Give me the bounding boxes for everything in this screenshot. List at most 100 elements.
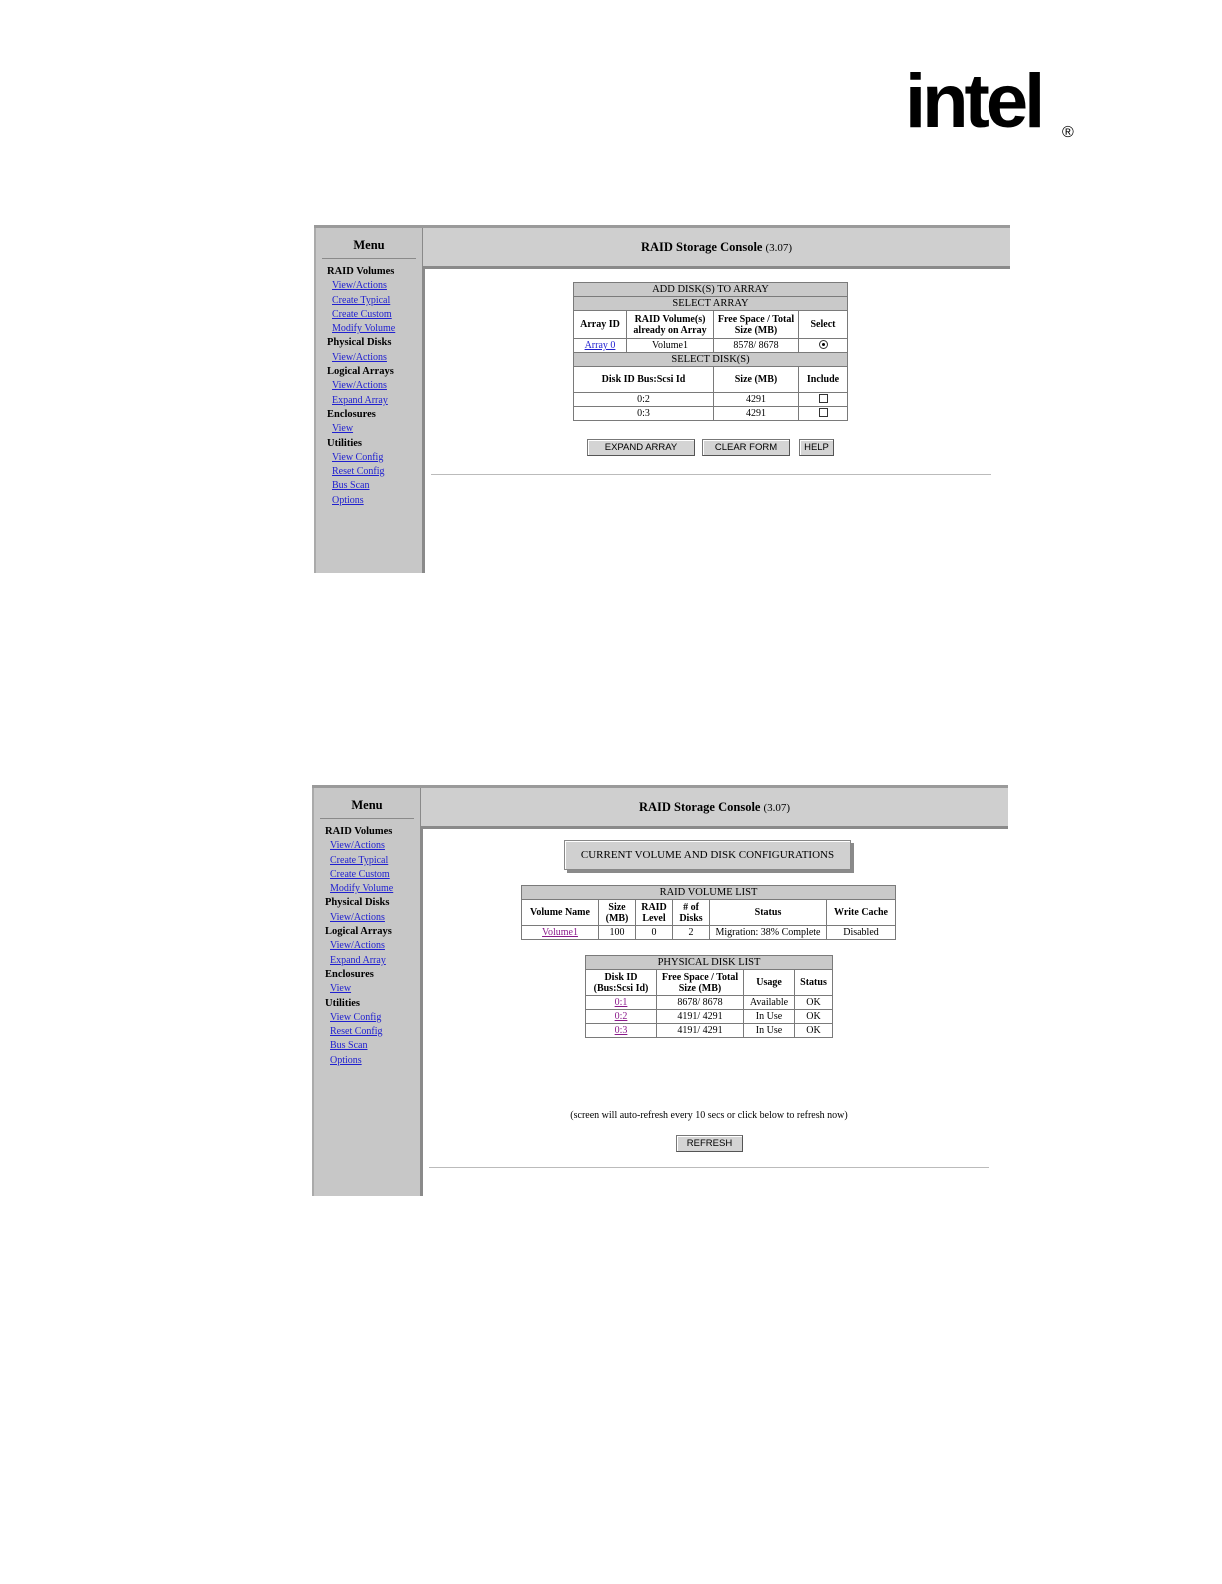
- disk-id-link[interactable]: 0:3: [615, 1025, 628, 1036]
- disk-id-cell: 0:2: [585, 1009, 657, 1024]
- disk-id: 0:3: [573, 406, 714, 421]
- menu-link-modify-volume[interactable]: Modify Volume: [332, 322, 422, 336]
- select-array-heading: SELECT ARRAY: [573, 296, 848, 311]
- disk-id: 0:2: [573, 392, 714, 407]
- volume-write-cache: Disabled: [826, 925, 896, 940]
- disk-id-cell: 0:3: [585, 1023, 657, 1038]
- array-select-cell: [798, 338, 848, 353]
- volume-raid-level: 0: [635, 925, 673, 940]
- include-checkbox[interactable]: [818, 407, 828, 417]
- menu-link-bus-scan[interactable]: Bus Scan: [332, 479, 422, 493]
- menu-link-arrays-view-actions[interactable]: View/Actions: [330, 939, 420, 953]
- raid-volume-list-table: RAID VOLUME LIST Volume Name Size (MB) R…: [521, 885, 896, 940]
- array-volumes: Volume1: [626, 338, 714, 353]
- disk-status: OK: [794, 1009, 833, 1024]
- menu-link-options[interactable]: Options: [332, 494, 422, 508]
- col-disk-id: Disk ID (Bus:Scsi Id): [585, 969, 657, 996]
- col-num-disks: # of Disks: [672, 899, 710, 926]
- include-cell: [798, 392, 848, 407]
- main-content: ADD DISK(S) TO ARRAY SELECT ARRAY Array …: [423, 269, 1010, 573]
- menu-section-logical-arrays: Logical Arrays: [327, 366, 394, 378]
- menu-link-view-config[interactable]: View Config: [332, 451, 422, 465]
- disk-id-cell: 0:1: [585, 995, 657, 1010]
- menu-link-create-custom[interactable]: Create Custom: [332, 308, 422, 322]
- disk-space: 8678/ 8678: [656, 995, 744, 1010]
- raid-volume-list-title: RAID VOLUME LIST: [521, 885, 896, 900]
- menu-title: Menu: [320, 788, 414, 819]
- menu-link-bus-scan[interactable]: Bus Scan: [330, 1039, 420, 1053]
- menu-section-physical-disks: Physical Disks: [325, 897, 390, 909]
- menu-link-disks-view-actions[interactable]: View/Actions: [330, 911, 420, 925]
- menu-link-reset-config[interactable]: Reset Config: [330, 1025, 420, 1039]
- array-select-radio[interactable]: [818, 339, 828, 349]
- refresh-button[interactable]: REFRESH: [676, 1135, 743, 1152]
- physical-disk-list-title: PHYSICAL DISK LIST: [585, 955, 833, 970]
- menu-link-modify-volume[interactable]: Modify Volume: [330, 882, 420, 896]
- menu-title: Menu: [322, 228, 416, 259]
- menu-link-create-typical[interactable]: Create Typical: [330, 854, 420, 868]
- volume-name-cell: Volume1: [521, 925, 599, 940]
- menu-section-physical-disks: Physical Disks: [327, 337, 392, 349]
- content-divider: [429, 1167, 989, 1168]
- col-free-space: Free Space / Total Size (MB): [656, 969, 744, 996]
- menu-section-utilities: Utilities: [327, 437, 362, 449]
- menu-section-raid-volumes: RAID Volumes: [325, 826, 393, 837]
- col-status: Status: [709, 899, 827, 926]
- disk-id-link[interactable]: 0:1: [615, 997, 628, 1008]
- menu-link-view-config[interactable]: View Config: [330, 1011, 420, 1025]
- array-id-text[interactable]: Array 0: [585, 340, 616, 351]
- menu-link-create-custom[interactable]: Create Custom: [330, 868, 420, 882]
- clear-form-button[interactable]: CLEAR FORM: [702, 439, 790, 456]
- col-raid-level: RAID Level: [635, 899, 673, 926]
- menu-link-disks-view-actions[interactable]: View/Actions: [332, 351, 422, 365]
- col-select: Select: [798, 310, 848, 339]
- include-cell: [798, 406, 848, 421]
- console-title: RAID Storage Console: [638, 800, 761, 814]
- disk-size: 4291: [713, 392, 799, 407]
- col-raid-volumes: RAID Volume(s) already on Array: [626, 310, 714, 339]
- select-disks-heading: SELECT DISK(S): [573, 352, 848, 367]
- logo-wordmark: intel: [905, 59, 1045, 144]
- menu-section-enclosures: Enclosures: [325, 968, 374, 980]
- configurations-banner: CURRENT VOLUME AND DISK CONFIGURATIONS: [564, 840, 851, 870]
- menu-link-options[interactable]: Options: [330, 1054, 420, 1068]
- menu-link-enclosures-view[interactable]: View: [332, 422, 422, 436]
- col-size: Size (MB): [713, 366, 799, 393]
- col-array-id: Array ID: [573, 310, 627, 339]
- menu-link-reset-config[interactable]: Reset Config: [332, 465, 422, 479]
- include-checkbox[interactable]: [818, 393, 828, 403]
- array-id-link[interactable]: Array 0: [573, 338, 627, 353]
- menu-link-expand-array[interactable]: Expand Array: [332, 394, 422, 408]
- menu-link-expand-array[interactable]: Expand Array: [330, 954, 420, 968]
- disk-id-link[interactable]: 0:2: [615, 1011, 628, 1022]
- disk-space: 4191/ 4291: [656, 1009, 744, 1024]
- console-version: (3.07): [765, 242, 793, 254]
- add-disks-form-table: ADD DISK(S) TO ARRAY SELECT ARRAY Array …: [573, 282, 848, 421]
- volume-name-link[interactable]: Volume1: [542, 927, 578, 938]
- menu-link-enclosures-view[interactable]: View: [330, 982, 420, 996]
- screenshot-current-configurations: Menu RAID Volumes View/Actions Create Ty…: [312, 785, 1008, 1196]
- menu-link-raid-view-actions[interactable]: View/Actions: [330, 839, 420, 853]
- disk-usage: Available: [743, 995, 795, 1010]
- screenshot-add-disks: Menu RAID Volumes View/Actions Create Ty…: [314, 225, 1010, 573]
- help-button[interactable]: HELP: [799, 439, 834, 456]
- disk-status: OK: [794, 995, 833, 1010]
- menu-link-arrays-view-actions[interactable]: View/Actions: [332, 379, 422, 393]
- refresh-note: (screen will auto-refresh every 10 secs …: [570, 1110, 848, 1121]
- expand-array-button[interactable]: EXPAND ARRAY: [587, 439, 695, 456]
- menu-link-raid-view-actions[interactable]: View/Actions: [332, 279, 422, 293]
- disk-space: 4191/ 4291: [656, 1023, 744, 1038]
- menu-section-raid-volumes: RAID Volumes: [327, 266, 395, 277]
- disk-usage: In Use: [743, 1023, 795, 1038]
- col-disk-id: Disk ID Bus:Scsi Id: [573, 366, 714, 393]
- console-header: RAID Storage Console (3.07): [421, 788, 1008, 829]
- sidebar-menu: Menu RAID Volumes View/Actions Create Ty…: [312, 788, 423, 1196]
- menu-link-create-typical[interactable]: Create Typical: [332, 294, 422, 308]
- console-title: RAID Storage Console: [640, 240, 763, 254]
- disk-status: OK: [794, 1023, 833, 1038]
- menu-section-enclosures: Enclosures: [327, 408, 376, 420]
- disk-size: 4291: [713, 406, 799, 421]
- col-size: Size (MB): [598, 899, 636, 926]
- intel-logo: intel ®: [905, 64, 1075, 168]
- col-include: Include: [798, 366, 848, 393]
